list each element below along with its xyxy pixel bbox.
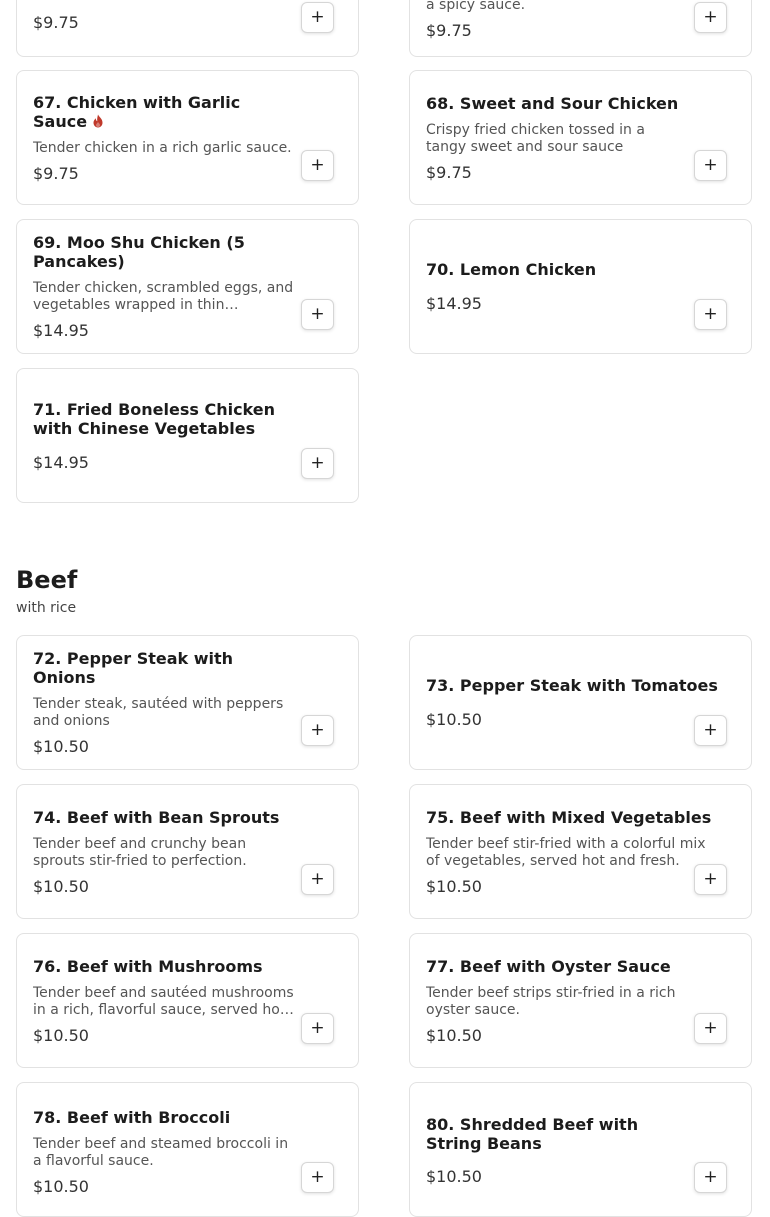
item-title: 71. Fried Boneless Chicken with Chinese …: [33, 399, 276, 438]
item-price: $10.50: [33, 876, 89, 896]
item-price: $10.50: [426, 1167, 482, 1186]
item-title: 69. Moo Shu Chicken (5 Pancakes): [33, 233, 245, 271]
item-price: $14.95: [33, 321, 89, 340]
menu-item-card[interactable]: 69. Moo Shu Chicken (5 Pancakes) Tender …: [16, 219, 359, 354]
add-to-cart-button[interactable]: +: [694, 299, 727, 330]
menu-item-card[interactable]: 75. Beef with Mixed Vegetables Tender be…: [409, 784, 752, 919]
item-price: $14.95: [33, 452, 89, 472]
item-description: Tender steak, sautéed with peppers and o…: [33, 696, 284, 729]
item-title: 76. Beef with Mushrooms: [33, 956, 263, 976]
item-price: $10.50: [33, 1177, 89, 1196]
add-to-cart-button[interactable]: +: [301, 715, 334, 746]
add-to-cart-button[interactable]: +: [301, 299, 334, 330]
menu-item-card[interactable]: 68. Sweet and Sour Chicken Crispy fried …: [409, 70, 752, 205]
item-price: $10.50: [426, 710, 482, 729]
menu-item-card[interactable]: 72. Pepper Steak with Onions Tender stea…: [16, 635, 359, 770]
item-title: 67. Chicken with Garlic Sauce: [33, 93, 294, 131]
menu-item-card[interactable]: 74. Beef with Bean Sprouts Tender beef a…: [16, 784, 359, 919]
menu-item-card[interactable]: 71. Fried Boneless Chicken with Chinese …: [16, 368, 359, 503]
item-description: a spicy sauce.: [426, 0, 526, 13]
add-to-cart-button[interactable]: +: [694, 1013, 727, 1044]
add-to-cart-button[interactable]: +: [301, 150, 334, 181]
add-to-cart-button[interactable]: +: [301, 864, 334, 895]
item-title: 77. Beef with Oyster Sauce: [426, 956, 671, 976]
menu-item-card[interactable]: 76. Beef with Mushrooms Tender beef and …: [16, 933, 359, 1068]
menu-item-card: a spicy sauce. $9.75 +: [409, 0, 752, 57]
item-title: 78. Beef with Broccoli: [33, 1108, 231, 1127]
item-title: 74. Beef with Bean Sprouts: [33, 807, 280, 827]
item-price: $10.50: [33, 737, 89, 756]
add-to-cart-button[interactable]: +: [694, 150, 727, 181]
item-price: $9.75: [426, 21, 472, 40]
item-title: 80. Shredded Beef with String Beans: [426, 1115, 639, 1153]
section-title: Beef: [16, 566, 78, 594]
item-price: $9.75: [33, 163, 79, 183]
item-description: Tender chicken, scrambled eggs, and vege…: [33, 280, 294, 313]
item-description: Tender beef and sautéed mushrooms in a r…: [33, 984, 294, 1018]
item-title-text: 67. Chicken with Garlic Sauce: [33, 92, 241, 131]
menu-item-card[interactable]: 73. Pepper Steak with Tomatoes $10.50 +: [409, 635, 752, 770]
item-price: $10.50: [426, 1025, 482, 1045]
item-description: Tender beef and crunchy bean sprouts sti…: [33, 835, 247, 869]
item-price: $9.75: [426, 162, 472, 182]
item-description: Tender beef and steamed broccoli in a fl…: [33, 1136, 289, 1169]
item-description: Crispy fried chicken tossed in a tangy s…: [426, 121, 645, 155]
item-description: Tender chicken in a rich garlic sauce.: [33, 139, 292, 156]
menu-item-card[interactable]: 67. Chicken with Garlic Sauce Tender chi…: [16, 70, 359, 205]
add-to-cart-button[interactable]: +: [301, 1013, 334, 1044]
item-price: $10.50: [33, 1025, 89, 1045]
item-title: 75. Beef with Mixed Vegetables: [426, 807, 712, 827]
item-title: 73. Pepper Steak with Tomatoes: [426, 676, 718, 695]
menu-item-card[interactable]: 78. Beef with Broccoli Tender beef and s…: [16, 1082, 359, 1217]
flame-icon: [93, 114, 103, 127]
add-to-cart-button[interactable]: +: [301, 1162, 334, 1193]
menu-item-card: $9.75 +: [16, 0, 359, 57]
item-description: Tender beef stir-fried with a colorful m…: [426, 835, 706, 869]
add-to-cart-button[interactable]: +: [301, 448, 334, 479]
add-to-cart-button[interactable]: +: [694, 2, 727, 33]
item-title: 72. Pepper Steak with Onions: [33, 649, 234, 687]
item-title: 70. Lemon Chicken: [426, 260, 597, 279]
item-price: $14.95: [426, 294, 482, 313]
menu-item-card[interactable]: 70. Lemon Chicken $14.95 +: [409, 219, 752, 354]
add-to-cart-button[interactable]: +: [301, 2, 334, 33]
add-to-cart-button[interactable]: +: [694, 715, 727, 746]
item-price: $9.75: [33, 13, 79, 32]
item-price: $10.50: [426, 876, 482, 896]
item-description: Tender beef strips stir-fried in a rich …: [426, 984, 676, 1018]
menu-item-card[interactable]: 80. Shredded Beef with String Beans $10.…: [409, 1082, 752, 1217]
add-to-cart-button[interactable]: +: [694, 864, 727, 895]
add-to-cart-button[interactable]: +: [694, 1162, 727, 1193]
item-title: 68. Sweet and Sour Chicken: [426, 93, 679, 113]
menu-item-card[interactable]: 77. Beef with Oyster Sauce Tender beef s…: [409, 933, 752, 1068]
section-subtitle: with rice: [16, 600, 77, 616]
